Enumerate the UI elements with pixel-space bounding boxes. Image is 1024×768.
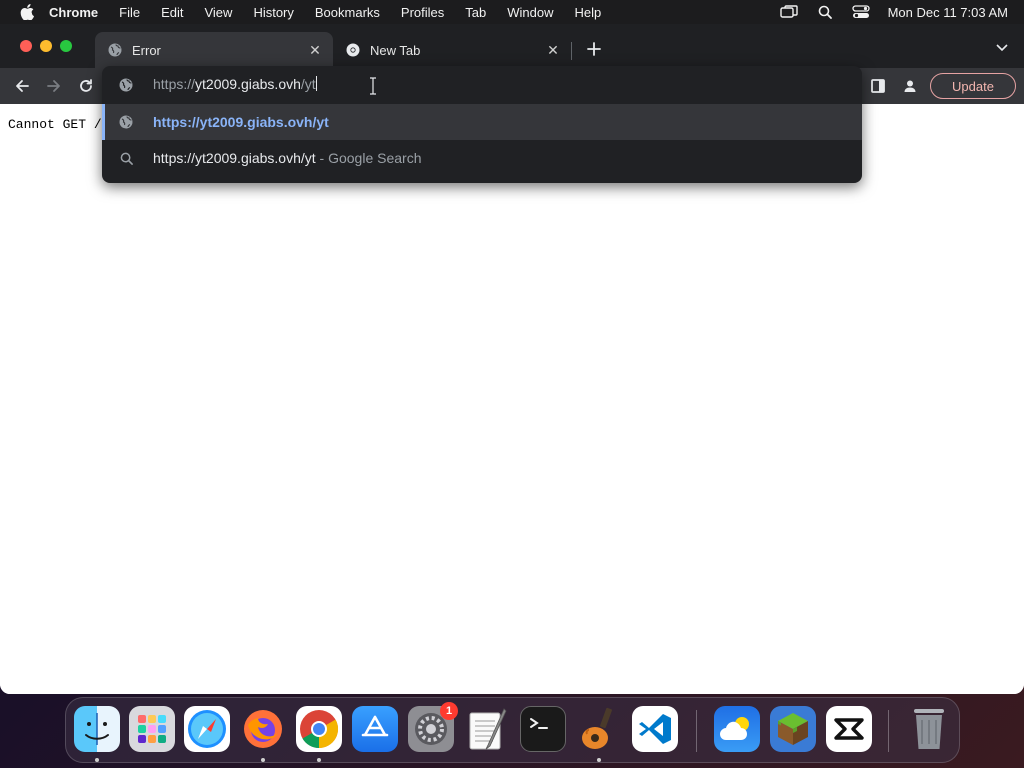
- dock-safari-icon[interactable]: [184, 706, 230, 752]
- window-controls: [20, 40, 72, 52]
- control-center-icon[interactable]: [851, 4, 870, 20]
- dock-app-store-icon[interactable]: [352, 706, 398, 752]
- profile-avatar-icon[interactable]: [900, 76, 920, 96]
- menu-view[interactable]: View: [204, 5, 232, 20]
- menu-app-name[interactable]: Chrome: [49, 5, 98, 20]
- dock: 1: [65, 697, 960, 763]
- spotlight-search-icon[interactable]: [816, 4, 834, 20]
- dock-terminal-icon[interactable]: [520, 706, 566, 752]
- forward-arrow-icon[interactable]: [44, 76, 64, 96]
- suggestion-query: https://yt2009.giabs.ovh/yt: [153, 150, 316, 166]
- dock-divider: [888, 710, 889, 752]
- omnibox-suggestion-url[interactable]: https://yt2009.giabs.ovh/yt: [102, 104, 862, 140]
- menu-edit[interactable]: Edit: [161, 5, 183, 20]
- menu-bookmarks[interactable]: Bookmarks: [315, 5, 380, 20]
- tab-error[interactable]: Error ✕: [95, 32, 333, 68]
- tab-close-icon[interactable]: ✕: [545, 42, 561, 58]
- chrome-icon: [345, 42, 361, 58]
- globe-icon: [118, 114, 134, 130]
- back-arrow-icon[interactable]: [12, 76, 32, 96]
- tab-search-chevron-down-icon[interactable]: [994, 40, 1010, 56]
- dock-garageband-icon[interactable]: [576, 706, 622, 752]
- menu-history[interactable]: History: [253, 5, 293, 20]
- apple-menu-icon[interactable]: [19, 4, 35, 20]
- url-scheme: https://: [153, 76, 196, 92]
- address-input[interactable]: https://yt2009.giabs.ovh/yt: [153, 76, 317, 92]
- url-host: yt2009.giabs.ovh: [195, 76, 301, 92]
- running-indicator: [261, 758, 265, 762]
- update-button[interactable]: Update: [930, 73, 1016, 99]
- tab-strip: Error ✕ New Tab ✕: [0, 24, 1024, 68]
- suggestion-text: https://yt2009.giabs.ovh/yt - Google Sea…: [153, 150, 422, 166]
- menu-profiles[interactable]: Profiles: [401, 5, 444, 20]
- reload-icon[interactable]: [76, 76, 96, 96]
- omnibox-suggestion-search[interactable]: https://yt2009.giabs.ovh/yt - Google Sea…: [102, 140, 862, 176]
- screen-mirroring-icon[interactable]: [779, 4, 798, 20]
- tab-separator: [571, 42, 572, 60]
- menu-file[interactable]: File: [119, 5, 140, 20]
- globe-icon: [107, 42, 123, 58]
- globe-icon[interactable]: [118, 77, 134, 93]
- dock-firefox-icon[interactable]: [240, 706, 286, 752]
- suggestion-text: https://yt2009.giabs.ovh/yt: [153, 114, 329, 130]
- dock-trash-icon[interactable]: [906, 706, 952, 752]
- menu-help[interactable]: Help: [575, 5, 602, 20]
- tab-title: New Tab: [370, 42, 421, 58]
- dock-system-settings-icon[interactable]: 1: [408, 702, 458, 752]
- new-tab-plus-icon[interactable]: [584, 39, 604, 59]
- tab-title: Error: [132, 42, 161, 58]
- address-bar[interactable]: https://yt2009.giabs.ovh/yt: [102, 66, 862, 104]
- omnibox-popup: https://yt2009.giabs.ovh/yt https://yt20…: [102, 66, 862, 183]
- tab-close-icon[interactable]: ✕: [307, 42, 323, 58]
- dock-vscode-icon[interactable]: [632, 706, 678, 752]
- tab-new-tab[interactable]: New Tab ✕: [333, 32, 571, 68]
- dock-capcut-icon[interactable]: [826, 706, 872, 752]
- menu-tab[interactable]: Tab: [465, 5, 486, 20]
- ibeam-cursor-icon: [370, 77, 376, 95]
- page-content: Cannot GET /: [0, 104, 1024, 694]
- dock-divider: [696, 710, 697, 752]
- close-window-button[interactable]: [20, 40, 32, 52]
- suggestion-url: https://yt2009.giabs.ovh/yt: [153, 114, 329, 130]
- dock-textedit-icon[interactable]: [464, 706, 510, 752]
- suggestion-hint: - Google Search: [315, 150, 422, 166]
- running-indicator: [597, 758, 601, 762]
- dock-chrome-icon[interactable]: [296, 706, 342, 752]
- side-panel-icon[interactable]: [868, 76, 888, 96]
- text-caret: [315, 76, 317, 91]
- menu-bar: Chrome File Edit View History Bookmarks …: [0, 0, 1024, 24]
- dock-finder-icon[interactable]: [74, 706, 120, 752]
- dock-weather-icon[interactable]: [714, 706, 760, 752]
- dock-launchpad-icon[interactable]: [129, 706, 175, 752]
- zoom-window-button[interactable]: [60, 40, 72, 52]
- notification-badge: 1: [440, 702, 458, 720]
- minimize-window-button[interactable]: [40, 40, 52, 52]
- dock-minecraft-icon[interactable]: [770, 706, 816, 752]
- running-indicator: [95, 758, 99, 762]
- url-path: /yt: [300, 76, 316, 92]
- running-indicator: [317, 758, 321, 762]
- search-icon: [118, 150, 134, 166]
- menu-bar-clock[interactable]: Mon Dec 11 7:03 AM: [888, 5, 1008, 20]
- menu-window[interactable]: Window: [507, 5, 553, 20]
- page-error-text: Cannot GET /: [8, 117, 102, 132]
